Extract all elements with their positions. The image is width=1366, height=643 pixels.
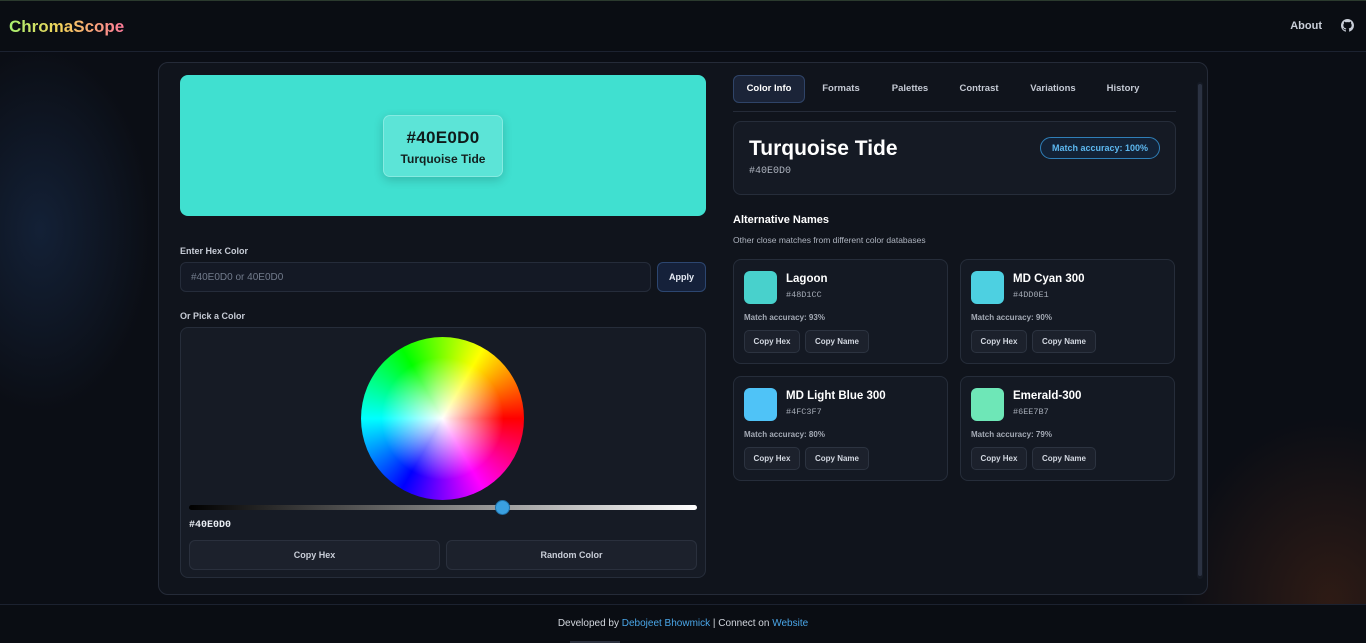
alt-color-accuracy: Match accuracy: 90% [971, 313, 1052, 322]
top-navbar: ChromaScope About [0, 0, 1366, 52]
github-icon[interactable] [1341, 19, 1354, 32]
footer-prefix: Developed by [557, 618, 619, 629]
copy-hex-button[interactable]: Copy Hex [744, 330, 800, 353]
alt-color-accuracy: Match accuracy: 93% [744, 313, 825, 322]
footer: Developed by Debojeet Bhowmick | Connect… [0, 604, 1366, 643]
alt-color-hex: #48D1CC [786, 290, 822, 300]
copy-hex-button[interactable]: Copy Hex [189, 540, 440, 570]
tab-variations[interactable]: Variations [1019, 75, 1087, 103]
picker-hex-value: #40E0D0 [189, 520, 232, 531]
random-color-button[interactable]: Random Color [446, 540, 697, 570]
alt-color-hex: #4FC3F7 [786, 407, 822, 417]
alt-color-name: Emerald-300 [1013, 390, 1082, 402]
alt-color-swatch [744, 388, 777, 421]
alt-color-hex: #4DD0E1 [1013, 290, 1049, 300]
copy-name-button[interactable]: Copy Name [805, 330, 869, 353]
alternative-names-title: Alternative Names [733, 214, 829, 226]
tab-bar: Color Info Formats Palettes Contrast Var… [733, 75, 1176, 112]
scrollbar-thumb[interactable] [1198, 84, 1202, 576]
copy-hex-button[interactable]: Copy Hex [971, 447, 1027, 470]
alt-color-swatch [971, 271, 1004, 304]
copy-name-button[interactable]: Copy Name [1032, 447, 1096, 470]
copy-name-button[interactable]: Copy Name [805, 447, 869, 470]
alt-color-accuracy: Match accuracy: 80% [744, 430, 825, 439]
tab-formats[interactable]: Formats [811, 75, 871, 103]
match-accuracy-badge: Match accuracy: 100% [1040, 137, 1160, 159]
picker-label: Or Pick a Color [180, 311, 246, 321]
preview-hex: #40E0D0 [406, 128, 480, 147]
website-link[interactable]: Website [772, 618, 808, 629]
color-name-title: Turquoise Tide [749, 137, 898, 160]
hex-input-label: Enter Hex Color [180, 246, 249, 256]
alt-color-name: MD Light Blue 300 [786, 390, 886, 402]
preview-color-name: Turquoise Tide [400, 152, 486, 166]
alt-color-accuracy: Match accuracy: 79% [971, 430, 1052, 439]
alt-color-card: Emerald-300 #6EE7B7 Match accuracy: 79% … [960, 376, 1175, 481]
hex-input[interactable] [180, 262, 651, 292]
alt-color-swatch [971, 388, 1004, 421]
alt-color-name: Lagoon [786, 273, 828, 285]
alt-color-swatch [744, 271, 777, 304]
copy-hex-button[interactable]: Copy Hex [971, 330, 1027, 353]
tab-history[interactable]: History [1095, 75, 1151, 103]
color-wheel[interactable] [361, 337, 524, 500]
copy-name-button[interactable]: Copy Name [1032, 330, 1096, 353]
alt-color-hex: #6EE7B7 [1013, 407, 1049, 417]
color-name-hex: #40E0D0 [749, 166, 792, 177]
alt-color-card: Lagoon #48D1CC Match accuracy: 93% Copy … [733, 259, 948, 364]
preview-label: #40E0D0 Turquoise Tide [383, 115, 503, 177]
copy-hex-button[interactable]: Copy Hex [744, 447, 800, 470]
alt-color-name: MD Cyan 300 [1013, 273, 1085, 285]
footer-text: Developed by Debojeet Bhowmick | Connect… [0, 618, 1366, 629]
app-logo[interactable]: ChromaScope [9, 17, 124, 37]
tab-color-info[interactable]: Color Info [733, 75, 805, 103]
brightness-slider[interactable] [189, 505, 697, 510]
author-link[interactable]: Debojeet Bhowmick [622, 618, 710, 629]
alternative-names-subtitle: Other close matches from different color… [733, 235, 926, 245]
tab-palettes[interactable]: Palettes [881, 75, 939, 103]
about-link[interactable]: About [1290, 20, 1322, 32]
apply-button[interactable]: Apply [657, 262, 706, 292]
alt-color-card: MD Cyan 300 #4DD0E1 Match accuracy: 90% … [960, 259, 1175, 364]
alt-color-card: MD Light Blue 300 #4FC3F7 Match accuracy… [733, 376, 948, 481]
tab-contrast[interactable]: Contrast [949, 75, 1009, 103]
footer-separator: | Connect on [712, 618, 770, 629]
brightness-slider-thumb[interactable] [495, 500, 510, 515]
